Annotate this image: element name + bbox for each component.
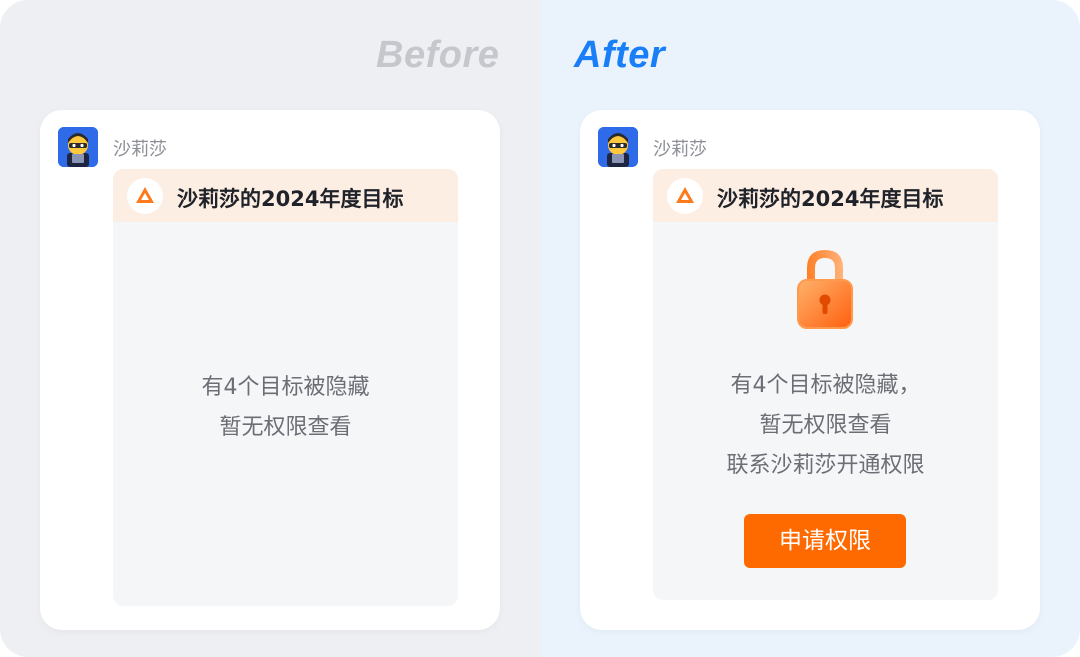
message-header: 沙莉莎的2024年度目标 xyxy=(113,169,458,222)
notice-line: 暂无权限查看 xyxy=(219,415,352,440)
before-card: 沙莉莎 沙莉莎的2024年度目标 有4个目标被隐藏 暂无权限查看 xyxy=(40,110,500,630)
goal-message-card[interactable]: 沙莉莎的2024年度目标 有4个目标被隐藏， 暂无权限查看 联系沙莉莎开通权限 … xyxy=(653,169,998,600)
cartoon-avatar-icon[interactable] xyxy=(598,127,638,167)
notice-line: 联系沙莉莎开通权限 xyxy=(726,453,925,478)
before-heading: Before xyxy=(376,34,500,76)
goal-app-icon xyxy=(127,178,163,214)
after-heading: After xyxy=(574,34,666,76)
padlock-icon xyxy=(790,246,860,336)
cartoon-avatar-icon[interactable] xyxy=(58,127,98,167)
notice-line: 有4个目标被隐藏 xyxy=(201,375,370,400)
comparison-frame: Before After 沙莉莎 沙莉莎的2024年度目标 有4个目标被隐藏 暂… xyxy=(0,0,1080,657)
sender-name: 沙莉莎 xyxy=(653,139,707,160)
goal-message-card[interactable]: 沙莉莎的2024年度目标 有4个目标被隐藏 暂无权限查看 xyxy=(113,169,458,606)
hidden-goals-notice: 有4个目标被隐藏， 暂无权限查看 联系沙莉莎开通权限 xyxy=(653,366,998,486)
goal-app-icon xyxy=(667,178,703,214)
sender-name: 沙莉莎 xyxy=(113,139,167,160)
message-title: 沙莉莎的2024年度目标 xyxy=(177,187,404,211)
message-header: 沙莉莎的2024年度目标 xyxy=(653,169,998,222)
after-card: 沙莉莎 沙莉莎的2024年度目标 有4个目标被隐藏， 暂无权限查看 联系沙莉莎开… xyxy=(580,110,1040,630)
notice-line: 暂无权限查看 xyxy=(759,413,892,438)
hidden-goals-notice: 有4个目标被隐藏 暂无权限查看 xyxy=(113,368,458,448)
message-title: 沙莉莎的2024年度目标 xyxy=(717,187,944,211)
notice-line: 有4个目标被隐藏， xyxy=(730,373,921,398)
request-permission-button[interactable]: 申请权限 xyxy=(744,514,906,568)
